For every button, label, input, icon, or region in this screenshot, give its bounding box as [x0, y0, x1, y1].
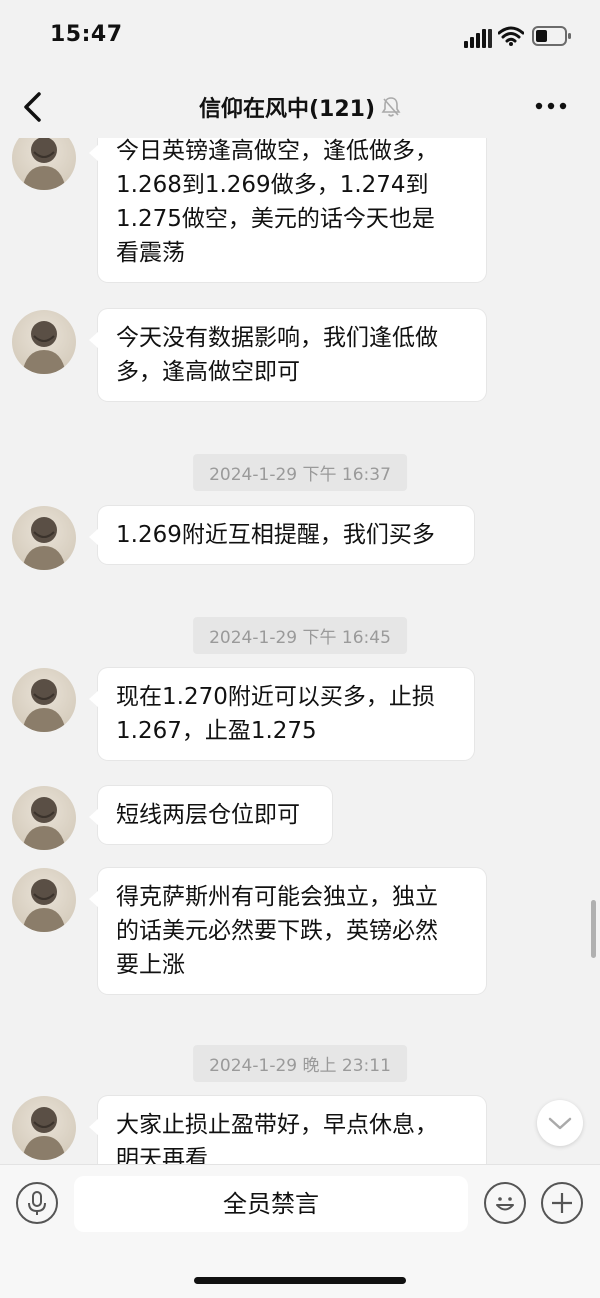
- timestamp-divider: 2024-1-29 下午 16:45: [193, 617, 407, 654]
- avatar[interactable]: [12, 668, 76, 732]
- chat-title-group[interactable]: 信仰在风中(121): [0, 91, 600, 123]
- message-text-line: 1.275做空，美元的话今天也是: [116, 206, 435, 232]
- avatar[interactable]: [12, 310, 76, 374]
- message-text-line: 1.268到1.269做多，1.274到: [116, 172, 429, 198]
- message-text-line: 看震荡: [116, 240, 185, 266]
- message-text-line: 今天没有数据影响，我们逢低做: [116, 325, 438, 351]
- emoji-button[interactable]: [484, 1182, 526, 1224]
- avatar[interactable]: [12, 138, 76, 190]
- message-bubble[interactable]: 现在1.270附近可以买多，止损 1.267，止盈1.275: [89, 668, 474, 760]
- avatar[interactable]: [12, 868, 76, 932]
- scroll-to-bottom-button[interactable]: [537, 1100, 583, 1146]
- status-bar: 15:47: [0, 0, 600, 76]
- scrollbar[interactable]: [591, 900, 596, 958]
- home-indicator: [194, 1277, 406, 1284]
- message-text-line: 今日英镑逢高做空，逢低做多，: [116, 138, 438, 164]
- message-bubble[interactable]: 大家止损止盈带好，早点休息， 明天再看: [89, 1096, 486, 1164]
- add-button[interactable]: [541, 1182, 583, 1224]
- avatar[interactable]: [12, 786, 76, 850]
- message-bubble[interactable]: 今天没有数据影响，我们逢低做 多，逢高做空即可: [89, 309, 486, 401]
- avatar[interactable]: [12, 1096, 76, 1160]
- avatar[interactable]: [12, 506, 76, 570]
- status-time: 15:47: [50, 22, 123, 47]
- microphone-icon: [28, 1191, 46, 1215]
- more-dots-icon[interactable]: [534, 100, 568, 112]
- plus-icon: [552, 1193, 572, 1213]
- chevron-down-icon: [548, 1117, 572, 1130]
- message-text-line: 大家止损止盈带好，早点休息，: [116, 1112, 438, 1138]
- message-text-line: 现在1.270附近可以买多，止损: [116, 684, 435, 710]
- message-input-disabled[interactable]: 全员禁言: [74, 1176, 468, 1232]
- muted-bell-icon: [381, 97, 401, 117]
- message-text-line: 的话美元必然要下跌，英镑必然: [116, 918, 438, 944]
- battery-icon: [532, 26, 571, 46]
- message-text-line: 多，逢高做空即可: [116, 359, 300, 385]
- message-list[interactable]: 今日英镑逢高做空，逢低做多， 1.268到1.269做多，1.274到 1.27…: [0, 138, 600, 1164]
- message-bubble[interactable]: 短线两层仓位即可: [89, 786, 332, 844]
- message-bubble[interactable]: 得克萨斯州有可能会独立，独立 的话美元必然要下跌，英镑必然 要上涨: [89, 868, 486, 994]
- message-text-line: 得克萨斯州有可能会独立，独立: [116, 884, 438, 910]
- emoji-icon: [496, 1197, 514, 1211]
- voice-button[interactable]: [16, 1182, 58, 1224]
- message-text-line: 短线两层仓位即可: [116, 802, 300, 828]
- message-text-line: 要上涨: [116, 952, 185, 978]
- timestamp-divider: 2024-1-29 晚上 23:11: [193, 1045, 407, 1082]
- chat-title: 信仰在风中(121): [198, 97, 376, 122]
- wifi-icon: [498, 26, 524, 46]
- cellular-signal-icon: [464, 29, 492, 48]
- message-bubble[interactable]: 1.269附近互相提醒，我们买多: [89, 506, 474, 564]
- message-text-line: 明天再看: [116, 1146, 208, 1164]
- message-bubble[interactable]: 今日英镑逢高做空，逢低做多， 1.268到1.269做多，1.274到 1.27…: [89, 138, 486, 282]
- chat-header: 信仰在风中(121): [0, 76, 600, 138]
- message-text-line: 1.269附近互相提醒，我们买多: [116, 522, 435, 548]
- message-text-line: 1.267，止盈1.275: [116, 718, 317, 744]
- timestamp-divider: 2024-1-29 下午 16:37: [193, 454, 407, 491]
